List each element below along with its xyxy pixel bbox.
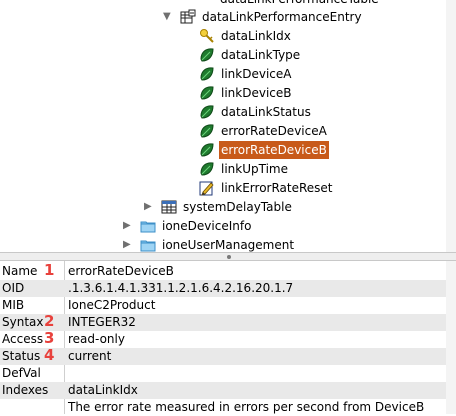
tree-node-label: systemDelayTable: [183, 200, 292, 214]
leaf-icon: [200, 86, 214, 100]
property-row-mib[interactable]: MIB IoneC2Product: [0, 297, 446, 314]
tree-node-label: linkUpTime: [221, 162, 288, 176]
property-row-oid[interactable]: OID .1.3.6.1.4.1.331.1.2.1.6.4.2.16.20.1…: [0, 280, 446, 297]
tree-node-label: dataLinkIdx: [221, 29, 291, 43]
tree-node-label: ioneDeviceInfo: [162, 219, 252, 233]
tree-node-label: linkDeviceB: [221, 86, 292, 100]
tree-node-label: dataLinkPerformanceEntry: [202, 10, 362, 24]
leaf-icon: [200, 105, 214, 119]
property-value: .1.3.6.1.4.1.331.1.2.1.6.4.2.16.20.1.7: [68, 281, 294, 295]
leaf-icon: [200, 67, 214, 81]
property-label: Syntax: [2, 315, 44, 329]
tree-node-label: dataLinkStatus: [221, 105, 311, 119]
collapse-triangle-icon[interactable]: ▶: [123, 240, 133, 250]
expand-triangle-icon[interactable]: ▼: [163, 12, 173, 22]
tree-node-label: errorRateDeviceA: [221, 124, 327, 138]
leaf-icon: [200, 124, 214, 138]
property-value: read-only: [68, 332, 125, 346]
annotation-number: 3: [44, 329, 55, 347]
edit-icon: [199, 181, 214, 196]
entry-icon: [180, 9, 196, 24]
mib-tree[interactable]: dataLinkPerformanceTable ▼ dataLinkPerfo…: [0, 0, 446, 252]
tree-node-label: linkErrorRateReset: [221, 181, 333, 195]
folder-icon: [140, 240, 156, 252]
property-label: MIB: [2, 298, 25, 312]
leaf-icon: [200, 143, 214, 157]
description-text: The error rate measured in errors per se…: [68, 400, 425, 414]
property-label: Access: [2, 332, 44, 346]
property-label: Status: [2, 349, 41, 363]
tree-node-label: dataLinkPerformanceTable: [218, 0, 381, 8]
collapse-triangle-icon[interactable]: ▶: [144, 202, 154, 212]
annotation-number: 1: [44, 261, 55, 279]
property-label: Name: [2, 264, 38, 278]
property-row-description[interactable]: The error rate measured in errors per se…: [0, 399, 446, 416]
collapse-triangle-icon[interactable]: ▶: [123, 221, 133, 231]
table-icon: [161, 200, 177, 214]
property-label: OID: [2, 281, 25, 295]
leaf-icon: [200, 162, 214, 176]
properties-scrollbar[interactable]: [446, 261, 456, 414]
tree-scrollbar[interactable]: [446, 0, 456, 252]
tree-node-label: dataLinkType: [221, 48, 301, 62]
tree-node-label: ioneUserManagement: [162, 238, 295, 252]
splitter-grip-icon[interactable]: [227, 255, 231, 259]
property-value: IoneC2Product: [68, 298, 156, 312]
property-row-access[interactable]: Access 3 read-only: [0, 329, 446, 348]
property-row-name[interactable]: Name 1 errorRateDeviceB: [0, 261, 446, 280]
property-label: Indexes: [2, 383, 49, 397]
property-label: DefVal: [2, 366, 41, 380]
property-row-indexes[interactable]: Indexes dataLinkIdx: [0, 382, 446, 399]
key-icon: [200, 29, 214, 43]
panel-splitter[interactable]: [0, 252, 456, 261]
property-row-status[interactable]: Status 4 current: [0, 346, 446, 365]
annotation-number: 2: [44, 312, 55, 330]
annotation-number: 4: [44, 346, 55, 364]
properties-panel: Name 1 errorRateDeviceB OID .1.3.6.1.4.1…: [0, 261, 456, 414]
tree-node-label: linkDeviceA: [221, 67, 292, 81]
property-value: INTEGER32: [68, 315, 136, 329]
folder-icon: [140, 221, 156, 233]
tree-node-label: errorRateDeviceB: [219, 141, 329, 159]
property-row-syntax[interactable]: Syntax 2 INTEGER32: [0, 312, 446, 331]
property-value: errorRateDeviceB: [68, 264, 174, 278]
property-row-defval[interactable]: DefVal: [0, 365, 446, 382]
leaf-icon: [200, 48, 214, 62]
property-value: current: [68, 349, 112, 363]
property-value: dataLinkIdx: [68, 383, 138, 397]
